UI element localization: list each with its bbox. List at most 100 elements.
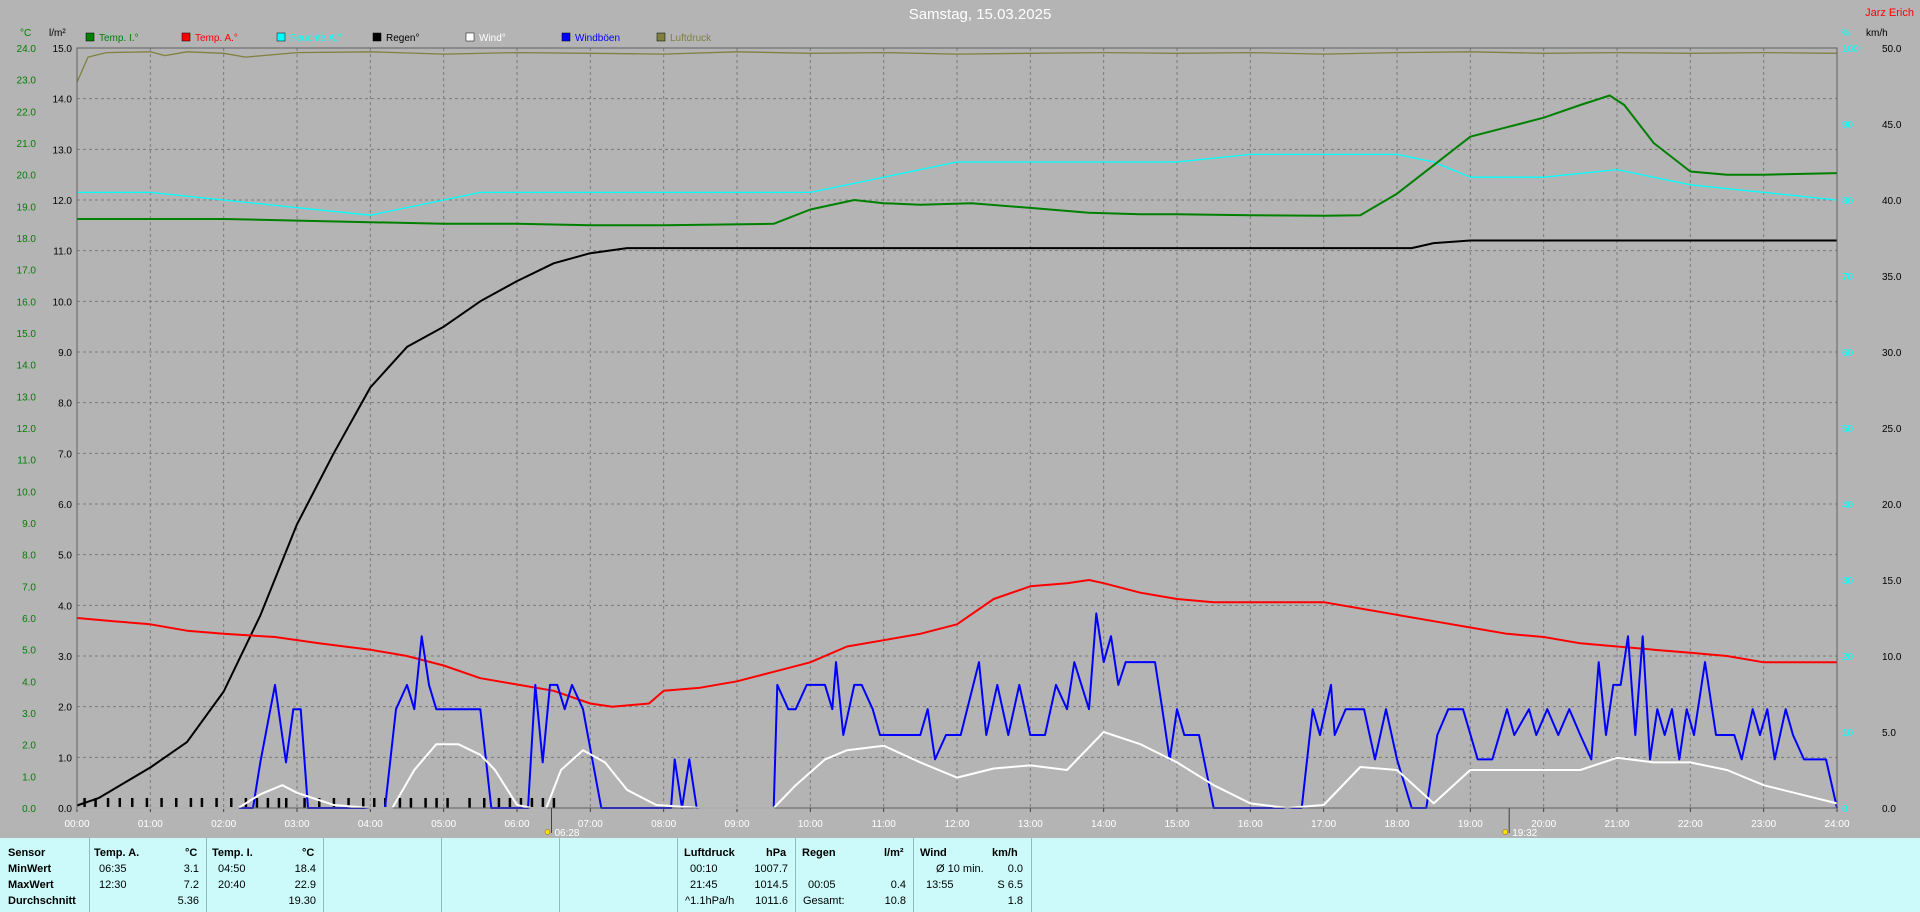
tempA-header: Temp. A. [94,847,140,859]
legend-swatch [276,32,286,42]
rain-bar [552,798,556,808]
rain-bar [435,798,438,808]
rain-bar [373,798,376,808]
rain-bar [215,798,218,808]
maxwert-label: MaxWert [8,879,54,891]
rain-bar [145,798,149,808]
humidity-tick-label: 90 [1842,120,1854,131]
temp-tick-label: 2.0 [22,741,36,752]
wind-tick-label: 15.0 [1882,576,1902,587]
rain-bar [285,798,288,808]
temp-tick-label: 24.0 [17,44,37,55]
time-tick-label: 03:00 [284,819,309,830]
rain-bar [424,798,427,808]
rain-tick-label: 10.0 [53,297,73,308]
temp-tick-label: 9.0 [22,519,36,530]
temp-tick-label: 17.0 [17,266,37,277]
temp-tick-label: 23.0 [17,76,37,87]
humidity-tick-label: 50 [1842,424,1854,435]
legend-label: Regen° [386,33,419,44]
rain-bar [200,798,204,808]
rain-bar [332,798,336,808]
tempA-min-time: 06:35 [99,863,127,875]
tempA-max-value: 7.2 [183,879,199,891]
legend-label: Temp. I.° [99,33,139,44]
rain-bar [508,798,512,808]
sun-event-label: 06:28 [554,828,579,838]
wind-avg10-label: Ø 10 min. [936,863,984,875]
tempI-min-time: 04:50 [218,863,246,875]
wind-tick-label: 30.0 [1882,348,1902,359]
tempA-average: 5.36 [177,895,199,907]
rain-bar [175,798,178,808]
wind-header: Wind [920,847,947,859]
rain-bar [541,798,545,808]
time-tick-label: 08:00 [651,819,676,830]
temp-tick-label: 5.0 [22,646,36,657]
sun-event-label: 19:32 [1512,828,1537,838]
luftdruck-trend: ^1.1hPa/h [685,895,735,907]
tempI-header: Temp. I. [212,847,253,859]
tempI-max-value: 22.9 [294,879,316,891]
rain-bar [131,798,134,808]
rain-bar [230,798,233,808]
regen-unit: l/m² [884,847,904,859]
legend-swatch [372,32,382,42]
time-tick-label: 09:00 [724,819,749,830]
time-tick-label: 15:00 [1164,819,1189,830]
time-tick-label: 17:00 [1311,819,1336,830]
temp-tick-label: 4.0 [22,677,36,688]
rain-bar [483,798,486,808]
legend-label: Windböen [575,33,620,44]
wind-tick-label: 45.0 [1882,120,1902,131]
time-tick-label: 24:00 [1824,819,1849,830]
wind-average: 1.8 [1007,895,1023,907]
time-tick-label: 06:00 [504,819,529,830]
tempA-min-value: 3.1 [183,863,199,875]
temp-tick-label: 11.0 [17,456,36,467]
temp-tick-label: 16.0 [17,297,37,308]
wind-tick-label: 10.0 [1882,652,1902,663]
rain-bar [266,798,270,808]
luftdruck-min-time: 00:10 [690,863,718,875]
temp-tick-label: 21.0 [17,139,37,150]
author-label: Jarz Erich [1865,7,1914,19]
wind-tick-label: 50.0 [1882,44,1902,55]
rain-tick-label: 4.0 [58,601,72,612]
humidity-tick-label: 20 [1842,652,1854,663]
regen-total-value: 10.8 [884,895,906,907]
tempI-max-time: 20:40 [218,879,246,891]
luftdruck-min-value: 1007.7 [754,863,788,875]
rain-tick-label: 0.0 [58,804,72,815]
rain-bar [303,798,306,808]
wind-tick-label: 35.0 [1882,272,1902,283]
temp-unit-label: °C [20,28,31,39]
temp-tick-label: 8.0 [22,551,36,562]
rain-tick-label: 2.0 [58,703,72,714]
wind-max-time: 13:55 [926,879,954,891]
humidity-tick-label: 70 [1842,272,1854,283]
rain-tick-label: 1.0 [58,753,72,764]
regen-max-value: 0.4 [890,879,906,891]
wind-tick-label: 25.0 [1882,424,1902,435]
tempI-average: 19.30 [288,895,316,907]
rain-bar [106,798,110,808]
time-tick-label: 10:00 [798,819,823,830]
temp-tick-label: 3.0 [22,709,36,720]
temp-tick-label: 0.0 [22,804,36,815]
time-tick-label: 07:00 [578,819,603,830]
time-tick-label: 00:00 [64,819,89,830]
rain-bar [118,798,122,808]
time-tick-label: 19:00 [1458,819,1483,830]
wind-tick-label: 40.0 [1882,196,1902,207]
durchschnitt-label: Durchschnitt [8,895,76,907]
time-tick-label: 16:00 [1238,819,1263,830]
temp-tick-label: 22.0 [17,107,37,118]
time-tick-label: 11:00 [872,819,897,830]
luftdruck-unit: hPa [766,847,787,859]
chart-background [0,0,1920,838]
time-tick-label: 05:00 [431,819,456,830]
rain-tick-label: 14.0 [53,95,73,106]
regen-max-time: 00:05 [808,879,836,891]
rain-tick-label: 9.0 [58,348,72,359]
